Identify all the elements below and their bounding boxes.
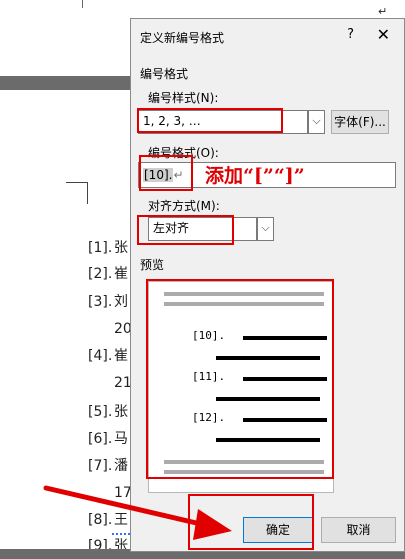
red-arrow bbox=[43, 485, 232, 540]
paragraph-mark-top: ↵ bbox=[378, 5, 388, 18]
